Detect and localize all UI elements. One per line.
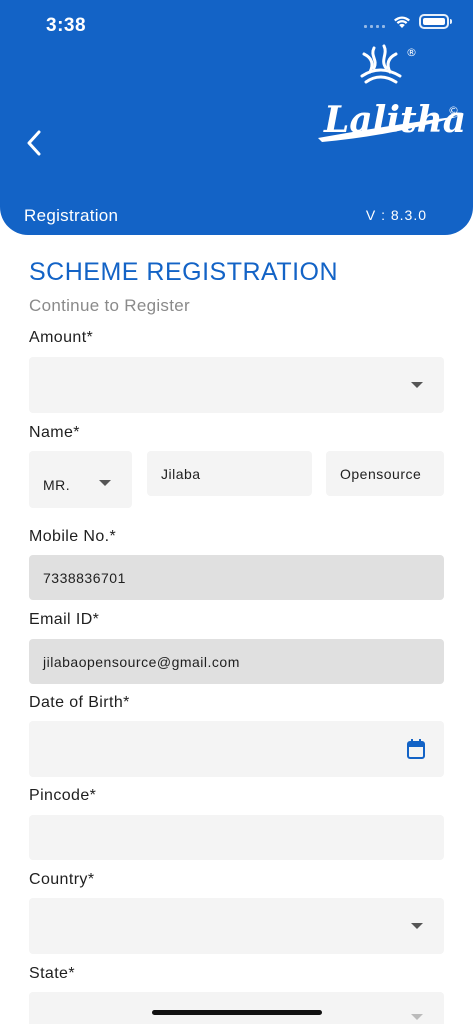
chevron-left-icon (27, 130, 41, 156)
battery-icon (419, 14, 452, 29)
amount-label: Amount* (29, 329, 94, 346)
cellular-signal-icon (364, 16, 385, 28)
state-label: State* (29, 965, 75, 982)
app-header: 3:38 Lalithaa (0, 0, 473, 235)
last-name-input[interactable]: Opensource (326, 451, 444, 496)
calendar-icon[interactable] (406, 738, 426, 760)
salutation-value: MR. (43, 477, 71, 494)
last-name-value: Opensource (340, 465, 422, 482)
status-time: 3:38 (46, 15, 87, 36)
first-name-value: Jilaba (161, 465, 201, 482)
pincode-label: Pincode* (29, 787, 97, 804)
state-dropdown[interactable] (29, 992, 444, 1024)
email-value: jilabaopensource@gmail.com (43, 653, 240, 670)
home-indicator[interactable] (152, 1010, 322, 1015)
svg-text:®: ® (406, 46, 417, 59)
dropdown-arrow-icon (411, 923, 423, 929)
mobile-label: Mobile No.* (29, 528, 117, 545)
mobile-value: 7338836701 (43, 569, 126, 586)
dropdown-arrow-icon (99, 479, 111, 486)
dob-picker[interactable] (29, 721, 444, 777)
svg-text:©: © (448, 104, 459, 117)
amount-dropdown[interactable] (29, 357, 444, 413)
country-label: Country* (29, 871, 95, 888)
pincode-input[interactable] (29, 815, 444, 860)
status-icons (364, 14, 452, 29)
dropdown-arrow-icon (411, 1014, 423, 1020)
section-title: Registration (24, 206, 119, 225)
wifi-icon (394, 16, 410, 28)
form-subtitle: Continue to Register (29, 296, 190, 315)
country-dropdown[interactable] (29, 898, 444, 954)
back-button[interactable] (18, 125, 50, 161)
email-label: Email ID* (29, 611, 100, 628)
mobile-field: 7338836701 (29, 555, 444, 600)
email-field: jilabaopensource@gmail.com (29, 639, 444, 684)
dob-label: Date of Birth* (29, 694, 130, 711)
dropdown-arrow-icon (411, 382, 423, 388)
app-version: V : 8.3.0 (365, 207, 427, 223)
lalithaa-logo: Lalithaa ® © (314, 42, 473, 152)
svg-text:Lalithaa: Lalithaa (323, 99, 464, 141)
name-label: Name* (29, 424, 80, 441)
form-title: SCHEME REGISTRATION (29, 258, 339, 286)
first-name-input[interactable]: Jilaba (147, 451, 312, 496)
salutation-dropdown[interactable]: MR. (29, 451, 132, 508)
